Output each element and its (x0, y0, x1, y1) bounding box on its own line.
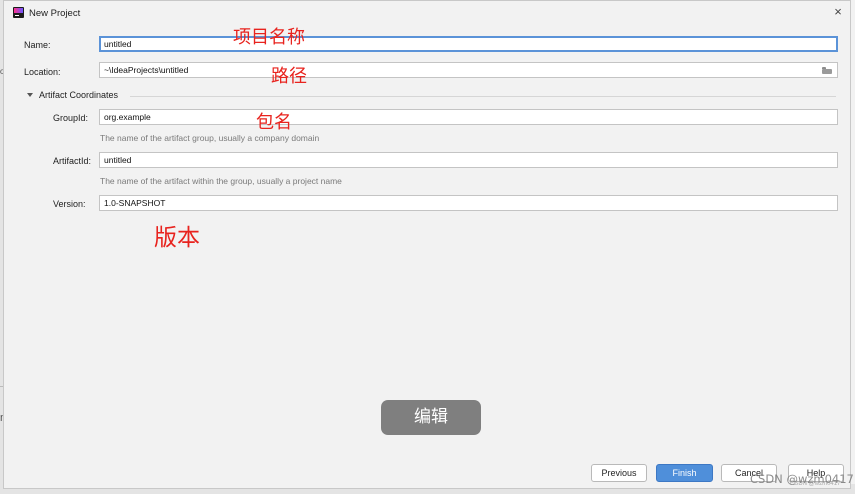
dialog-titlebar: New Project × (4, 1, 850, 25)
csdn-watermark-small: CSDN @wzm0417 (790, 481, 841, 487)
name-label: Name: (24, 40, 51, 50)
folder-icon[interactable] (822, 67, 832, 74)
annotation-version: 版本 (154, 225, 200, 251)
close-icon[interactable]: × (830, 4, 846, 19)
groupid-input[interactable] (99, 109, 838, 125)
groupid-hint: The name of the artifact group, usually … (100, 133, 320, 143)
annotation-package-name: 包名 (256, 112, 292, 133)
artifactid-input[interactable] (99, 152, 838, 168)
previous-button[interactable]: Previous (591, 464, 647, 482)
groupid-label: GroupId: (53, 113, 89, 123)
version-label: Version: (53, 199, 86, 209)
finish-button[interactable]: Finish (656, 464, 713, 482)
edit-overlay-button[interactable]: 编辑 (381, 400, 481, 435)
section-divider (130, 96, 836, 97)
annotation-path: 路径 (271, 66, 307, 87)
new-project-dialog: New Project × Name: Location: Artifact C… (3, 0, 851, 489)
artifact-coordinates-label: Artifact Coordinates (39, 90, 119, 100)
dialog-title: New Project (29, 8, 81, 19)
version-input[interactable] (99, 195, 838, 211)
artifactid-label: ArtifactId: (53, 156, 92, 166)
location-input[interactable] (99, 62, 838, 78)
chevron-down-icon (27, 93, 33, 97)
artifactid-hint: The name of the artifact within the grou… (100, 176, 342, 186)
location-label: Location: (24, 67, 61, 77)
name-input[interactable] (99, 36, 838, 52)
intellij-idea-icon (13, 7, 24, 18)
annotation-project-name: 项目名称 (233, 27, 305, 48)
